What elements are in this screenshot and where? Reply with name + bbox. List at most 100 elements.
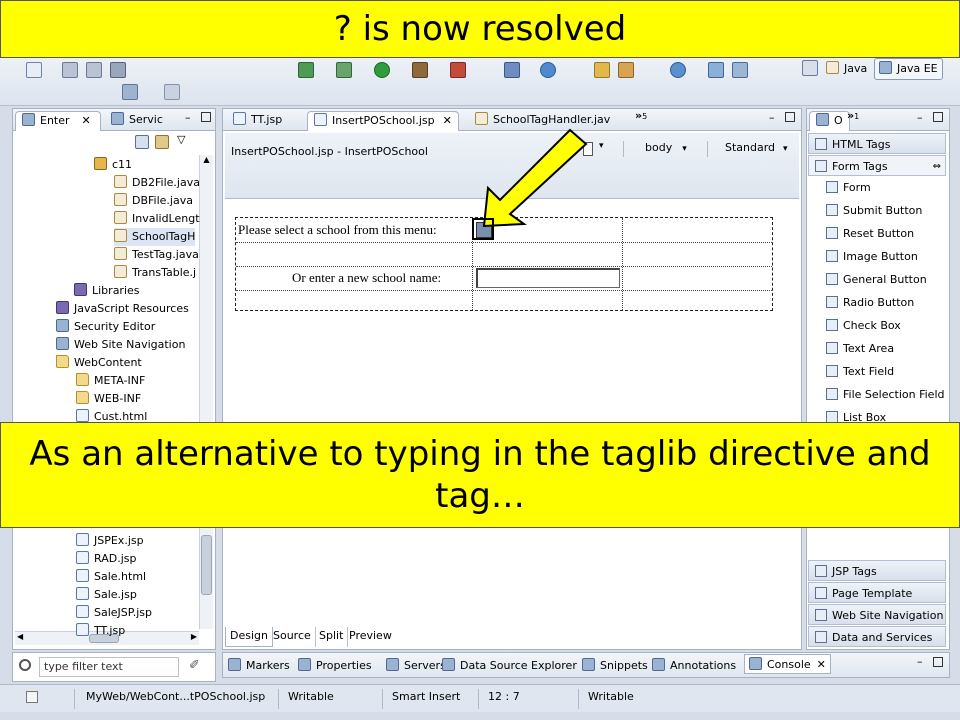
tree-item[interactable]: WebContent: [56, 354, 142, 372]
perspective-java[interactable]: Java: [822, 60, 871, 80]
search-icon[interactable]: [618, 62, 634, 78]
perspective-java-ee[interactable]: Java EE: [874, 58, 943, 80]
bottom-view-tab[interactable]: Annotations: [652, 656, 736, 676]
bottom-view-tab[interactable]: Servers: [386, 656, 446, 676]
tree-item[interactable]: SchoolTagH: [114, 228, 196, 246]
tree-item[interactable]: JavaScript Resources: [56, 300, 189, 318]
tree-item[interactable]: DBFile.java: [114, 192, 193, 210]
status-icon[interactable]: [26, 691, 38, 703]
tree-item[interactable]: Web Site Navigation: [56, 336, 185, 354]
palette-item[interactable]: Form: [826, 177, 871, 199]
scroll-thumb[interactable]: [201, 535, 212, 595]
external-tools-icon[interactable]: [412, 62, 428, 78]
save-all-icon[interactable]: [86, 62, 102, 78]
open-perspective-icon[interactable]: [802, 60, 818, 76]
tree-item[interactable]: META-INF: [76, 372, 145, 390]
outline-icon[interactable]: [732, 62, 748, 78]
tab-outline[interactable]: O: [809, 111, 850, 131]
bottom-view-tab[interactable]: Properties: [298, 656, 372, 676]
tree-item[interactable]: Security Editor: [56, 318, 155, 336]
pin-icon[interactable]: ⇔: [933, 156, 941, 177]
tree-item[interactable]: SaleJSP.jsp: [76, 604, 152, 622]
minimize-icon[interactable]: –: [185, 111, 191, 124]
bottom-view-tab[interactable]: Console ✕: [744, 654, 831, 674]
palette-item[interactable]: General Button: [826, 269, 927, 291]
tab-design[interactable]: Design: [225, 627, 273, 647]
close-icon[interactable]: ✕: [82, 114, 91, 127]
tree-item[interactable]: Sale.html: [76, 568, 146, 586]
mode-select[interactable]: Standard ▾: [725, 141, 788, 154]
view-menu-icon[interactable]: ▽: [177, 133, 185, 146]
new-java-project-icon[interactable]: [504, 62, 520, 78]
new-class-icon[interactable]: [540, 62, 556, 78]
scroll-right-icon[interactable]: ▶: [191, 632, 197, 641]
bottom-view-tab[interactable]: Snippets: [582, 656, 648, 676]
close-icon[interactable]: ✕: [817, 658, 826, 671]
close-icon[interactable]: ✕: [443, 114, 452, 127]
palette-drawer[interactable]: JSP Tags: [808, 560, 946, 581]
forward-icon[interactable]: [164, 84, 180, 100]
palette-overflow-tabs[interactable]: »1: [847, 109, 859, 122]
tree-item[interactable]: Sale.jsp: [76, 586, 137, 604]
filter-input[interactable]: type filter text: [39, 657, 179, 677]
palette-item[interactable]: Text Field: [826, 361, 894, 383]
save-icon[interactable]: [62, 62, 78, 78]
tab-services[interactable]: Servic: [105, 111, 169, 131]
palette-drawer[interactable]: Data and Services: [808, 626, 946, 647]
open-type-icon[interactable]: [594, 62, 610, 78]
server-icon[interactable]: [298, 62, 314, 78]
tree-item[interactable]: DB2File.java: [114, 174, 200, 192]
tab-preview[interactable]: Preview: [345, 627, 396, 647]
palette-drawer-html-tags[interactable]: HTML Tags: [808, 133, 946, 154]
tree-item[interactable]: TransTable.j: [114, 264, 196, 282]
maximize-icon[interactable]: [201, 112, 211, 122]
tab-source[interactable]: Source: [269, 627, 316, 647]
tree-item[interactable]: Libraries: [74, 282, 140, 300]
link-editor-icon[interactable]: [155, 135, 169, 149]
tree-item[interactable]: InvalidLengt: [114, 210, 200, 228]
school-name-text-field[interactable]: [476, 268, 620, 288]
maximize-icon[interactable]: [785, 112, 795, 122]
back-icon[interactable]: [122, 84, 138, 100]
tree-item[interactable]: JSPEx.jsp: [76, 532, 144, 550]
palette-item[interactable]: Image Button: [826, 246, 918, 268]
palette-item[interactable]: Submit Button: [826, 200, 922, 222]
body-select[interactable]: body ▾: [645, 141, 687, 154]
run-icon[interactable]: [374, 62, 390, 78]
palette-scrollbar[interactable]: [946, 133, 948, 433]
tree-item[interactable]: TestTag.java: [114, 246, 199, 264]
scroll-up-icon[interactable]: ▲: [200, 155, 213, 169]
scroll-left-icon[interactable]: ◀: [17, 632, 23, 641]
tree-scrollbar[interactable]: ▲: [199, 155, 213, 629]
maximize-icon[interactable]: [933, 657, 943, 667]
palette-item[interactable]: Reset Button: [826, 223, 914, 245]
maximize-icon[interactable]: [933, 112, 943, 122]
editor-tab-tt-jsp[interactable]: TT.jsp: [227, 111, 288, 131]
design-canvas[interactable]: Please select a school from this menu: O…: [225, 201, 799, 625]
tree-item[interactable]: RAD.jsp: [76, 550, 136, 568]
bottom-view-tab[interactable]: Data Source Explorer: [442, 656, 577, 676]
palette-drawer-form-tags[interactable]: Form Tags ⇔: [808, 155, 946, 176]
editor-overflow-tabs[interactable]: »5: [635, 109, 647, 122]
web-browser-icon[interactable]: [670, 62, 686, 78]
tree-item[interactable]: WEB-INF: [76, 390, 141, 408]
new-icon[interactable]: [26, 62, 42, 78]
palette-item[interactable]: Check Box: [826, 315, 901, 337]
minimize-icon[interactable]: –: [917, 655, 923, 668]
editor-tab-insertposchool[interactable]: InsertPOSchool.jsp ✕: [307, 111, 459, 131]
print-icon[interactable]: [110, 62, 126, 78]
palette-item[interactable]: Text Area: [826, 338, 894, 360]
page-properties-chevron-icon[interactable]: ▾: [599, 141, 604, 151]
tree-item[interactable]: TT.jsp: [76, 622, 125, 640]
debug-icon[interactable]: [336, 62, 352, 78]
palette-drawer[interactable]: Web Site Navigation: [808, 604, 946, 625]
palette-item[interactable]: File Selection Field: [826, 384, 944, 406]
collapse-all-icon[interactable]: [135, 135, 149, 149]
image-icon[interactable]: [708, 62, 724, 78]
coverage-icon[interactable]: [450, 62, 466, 78]
tab-enterprise-explorer[interactable]: Enter ✕: [15, 111, 101, 131]
tab-split[interactable]: Split: [315, 627, 349, 647]
minimize-icon[interactable]: –: [769, 111, 775, 124]
bottom-view-tab[interactable]: Markers: [228, 656, 290, 676]
clear-filter-icon[interactable]: ✐: [189, 658, 200, 673]
